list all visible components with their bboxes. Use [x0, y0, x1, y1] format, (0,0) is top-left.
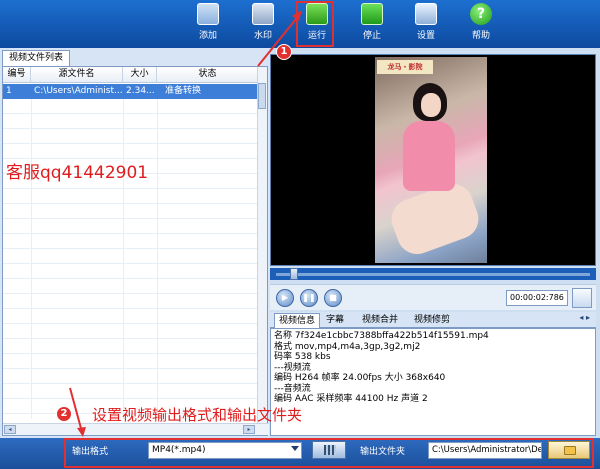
column-header-source[interactable]: 源文件名	[31, 67, 123, 83]
overlay-watermark-text: 客服qq41442901	[6, 163, 149, 183]
file-list-tab[interactable]: 视频文件列表	[2, 50, 71, 66]
seek-bar[interactable]	[270, 268, 596, 280]
scroll-left-icon[interactable]: ◂	[4, 425, 16, 434]
empty-rows	[3, 99, 259, 419]
run-highlight-box	[296, 1, 334, 47]
file-list: 编号 源文件名 大小 状态 1 C:\Users\Administ... 2.3…	[2, 66, 269, 436]
info-line: 名称 7f324e1cbbc7388bffa422b514f15591.mp4	[274, 331, 489, 341]
video-frame: 龙马・影院	[375, 57, 487, 263]
tab-video-info[interactable]: 视频信息	[274, 313, 321, 328]
video-figure	[403, 121, 455, 191]
column-divider	[157, 99, 158, 419]
output-format-select[interactable]: MP4(*.mp4)	[148, 442, 302, 459]
column-divider	[31, 99, 32, 419]
step-badge-1: 1	[276, 44, 292, 60]
stop-button[interactable]: 停止	[352, 3, 392, 45]
help-button[interactable]: ? 帮助	[461, 3, 501, 45]
watermark-label: 水印	[253, 31, 272, 41]
step-badge-2: 2	[56, 406, 72, 422]
add-button[interactable]: 添加	[188, 3, 228, 45]
info-line: 编码 AAC 采样频率 44100 Hz 声道 2	[274, 394, 428, 404]
info-tabs: 视频信息 字幕 视频合并 视频修剪 ◂ ▸	[270, 312, 596, 328]
preview-pane: 龙马・影院 ▶ ❚❚ ■ 00:00:02:786 视频信息 字幕 视频合并 视…	[270, 48, 600, 438]
watermark-icon	[252, 3, 274, 25]
video-info-panel: 名称 7f324e1cbbc7388bffa422b514f15591.mp4 …	[270, 328, 596, 436]
info-line: 格式 mov,mp4,m4a,3gp,3g2,mj2	[274, 341, 421, 352]
row-source: C:\Users\Administ...	[34, 86, 123, 96]
stop-playback-icon[interactable]: ■	[324, 289, 342, 307]
stop-icon	[361, 3, 383, 25]
tab-video-trim[interactable]: 视频修剪	[410, 313, 454, 328]
info-line: ---音频流	[274, 383, 311, 394]
output-format-value: MP4(*.mp4)	[152, 445, 206, 455]
file-list-header: 编号 源文件名 大小 状态	[3, 67, 259, 83]
table-row[interactable]: 1 C:\Users\Administ... 2.34... 准备转换	[3, 84, 259, 99]
time-display: 00:00:02:786	[506, 290, 568, 306]
info-line: 编码 H264 帧率 24.00fps 大小 368x640	[274, 373, 446, 383]
settings-icon	[415, 3, 437, 25]
column-divider	[123, 99, 124, 419]
film-icon	[324, 445, 336, 455]
play-icon[interactable]: ▶	[276, 289, 294, 307]
row-size: 2.34...	[126, 86, 155, 96]
help-label: 帮助	[471, 31, 490, 41]
seek-thumb[interactable]	[290, 268, 298, 280]
row-status: 准备转换	[165, 86, 202, 96]
info-line: 码率 538 kbs	[274, 352, 331, 362]
browse-folder-button[interactable]	[548, 441, 590, 459]
output-folder-label: 输出文件夹	[360, 447, 406, 457]
tab-subtitle[interactable]: 字幕	[322, 313, 348, 328]
stop-label: 停止	[362, 31, 381, 41]
column-header-index[interactable]: 编号	[3, 67, 31, 83]
format-options-button[interactable]	[312, 441, 346, 459]
watermark-button[interactable]: 水印	[243, 3, 283, 45]
snapshot-icon[interactable]	[572, 288, 592, 308]
settings-label: 设置	[416, 31, 435, 41]
playback-controls: ▶ ❚❚ ■ 00:00:02:786	[270, 284, 596, 310]
vertical-scrollbar[interactable]	[257, 67, 267, 423]
seek-track	[276, 273, 590, 276]
video-figure	[421, 93, 441, 117]
help-icon: ?	[470, 3, 492, 25]
scroll-thumb[interactable]	[258, 83, 266, 109]
pause-icon[interactable]: ❚❚	[300, 289, 318, 307]
add-icon	[197, 3, 219, 25]
column-header-status[interactable]: 状态	[157, 67, 259, 83]
output-folder-input[interactable]: C:\Users\Administrator\Des	[428, 442, 542, 459]
settings-button[interactable]: 设置	[406, 3, 446, 45]
row-index: 1	[6, 86, 12, 96]
video-preview: 龙马・影院	[270, 54, 596, 266]
video-logo: 龙马・影院	[377, 60, 433, 74]
annotation-instruction: 设置视频输出格式和输出文件夹	[92, 406, 303, 424]
file-list-pane: 视频文件列表 编号 源文件名 大小 状态 1 C:\Users\Administ…	[0, 48, 270, 438]
folder-icon	[564, 446, 576, 455]
add-label: 添加	[198, 31, 217, 41]
info-line: ---视频流	[274, 362, 311, 373]
chevron-down-icon	[291, 446, 299, 451]
scroll-right-icon[interactable]: ▸	[243, 425, 255, 434]
tab-video-merge[interactable]: 视频合并	[358, 313, 402, 328]
column-header-size[interactable]: 大小	[123, 67, 157, 83]
tab-scroll-arrows-icon[interactable]: ◂ ▸	[579, 313, 590, 322]
output-format-label: 输出格式	[72, 447, 109, 457]
